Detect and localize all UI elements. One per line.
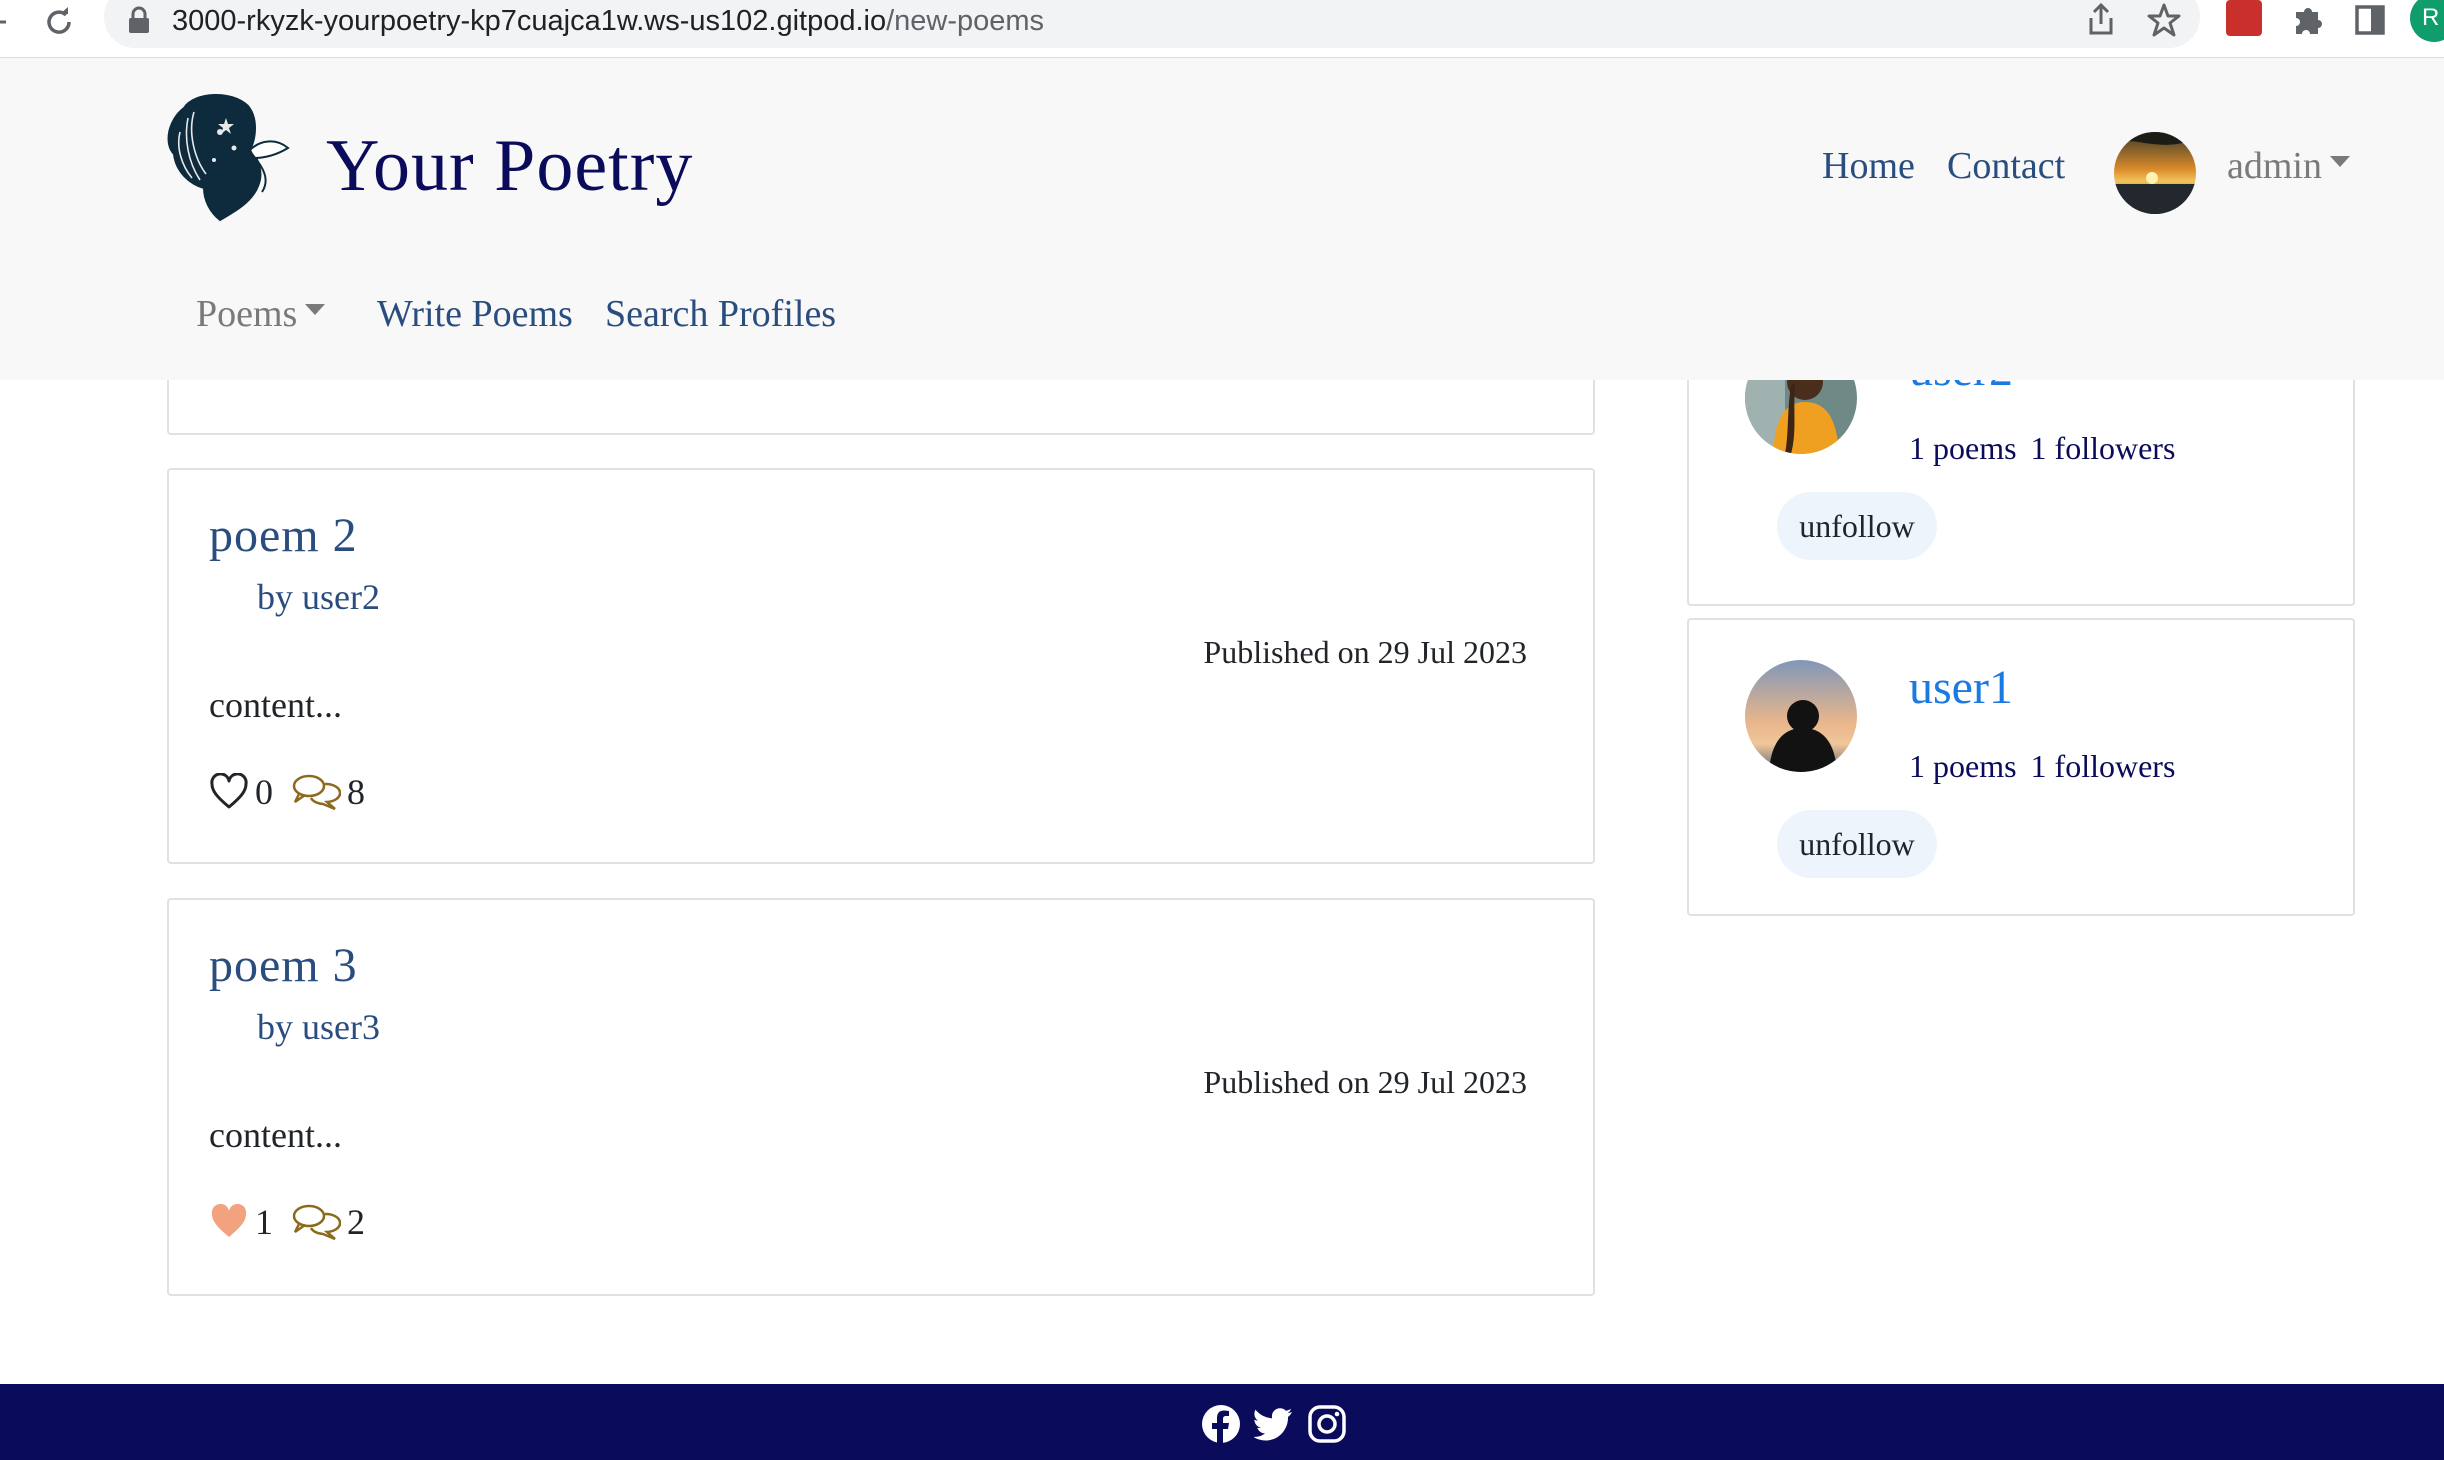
unfollow-button[interactable]: unfollow [1777, 492, 1937, 560]
poem-stats: 0 8 [209, 770, 365, 814]
like-count: 0 [255, 772, 273, 812]
facebook-icon[interactable] [1201, 1404, 1241, 1444]
poem-excerpt: content... [209, 685, 342, 725]
browser-toolbar: 3000-rkyzk-yourpoetry-kp7cuajca1w.ws-us1… [0, 0, 2444, 58]
nav-search-profiles-link[interactable]: Search Profiles [605, 292, 836, 336]
profile-poem-count: 1 poems [1909, 430, 2017, 466]
poem-card: poem 2 by user2 Published on 29 Jul 2023… [167, 468, 1595, 864]
profile-stats: 1 poems 1 followers [1909, 748, 2175, 785]
profile-poem-count: 1 poems [1909, 748, 2017, 784]
comment-icon[interactable] [291, 1202, 341, 1242]
nav-contact-link[interactable]: Contact [1947, 144, 2065, 188]
profile-stats: 1 poems 1 followers [1909, 430, 2175, 467]
extensions-puzzle-icon[interactable] [2290, 2, 2326, 38]
share-icon[interactable] [2084, 2, 2118, 38]
caret-down-icon [2329, 155, 2350, 167]
poem-stats: 1 2 [209, 1200, 365, 1244]
browser-profile-avatar[interactable]: R [2410, 0, 2444, 42]
caret-down-icon [305, 303, 326, 315]
nav-home-link[interactable]: Home [1822, 144, 1915, 188]
comment-count: 2 [347, 1202, 365, 1242]
back-arrow-icon[interactable] [0, 8, 14, 36]
nav-write-poems-link[interactable]: Write Poems [377, 292, 573, 336]
heart-filled-icon[interactable] [209, 1203, 249, 1241]
lock-icon [129, 6, 149, 33]
extension-app-icon[interactable] [2226, 0, 2262, 36]
user-avatar[interactable] [2114, 132, 2196, 214]
profile-follower-count: 1 followers [2030, 430, 2176, 466]
unfollow-button[interactable]: unfollow [1777, 810, 1937, 878]
poem-title-link[interactable]: poem 2 [209, 508, 358, 563]
profile-username-link[interactable]: user1 [1909, 660, 2013, 715]
url-text[interactable]: 3000-rkyzk-yourpoetry-kp7cuajca1w.ws-us1… [172, 0, 1044, 42]
poem-published-date: Published on 29 Jul 2023 [1203, 634, 1527, 670]
site-footer [0, 1384, 2444, 1460]
site-header: Your Poetry Home Contact admin Poems Wri… [0, 58, 2444, 380]
url-host: 3000-rkyzk-yourpoetry-kp7cuajca1w.ws-us1… [172, 5, 887, 37]
url-path: /new-poems [886, 5, 1045, 37]
instagram-icon[interactable] [1307, 1404, 1347, 1444]
user-menu-dropdown[interactable]: admin [2227, 144, 2350, 188]
twitter-icon[interactable] [1254, 1404, 1294, 1444]
heart-outline-icon[interactable] [209, 773, 249, 811]
nav-poems-dropdown[interactable]: Poems [196, 292, 326, 336]
bookmark-star-icon[interactable] [2146, 2, 2182, 38]
comment-count: 8 [347, 772, 365, 812]
nav-poems-label: Poems [196, 293, 298, 335]
comment-icon[interactable] [291, 772, 341, 812]
poem-card: poem 3 by user3 Published on 29 Jul 2023… [167, 898, 1595, 1296]
profile-follower-count: 1 followers [2030, 748, 2176, 784]
poem-author-link[interactable]: by user3 [257, 1006, 380, 1048]
poem-title-link[interactable]: poem 3 [209, 938, 358, 993]
logo-face-icon[interactable] [154, 88, 294, 224]
user-menu-label: admin [2227, 145, 2322, 187]
side-panel-icon[interactable] [2354, 4, 2386, 36]
poem-author-link[interactable]: by user2 [257, 576, 380, 618]
poem-excerpt: content... [209, 1115, 342, 1155]
reload-icon[interactable] [42, 5, 76, 39]
poem-published-date: Published on 29 Jul 2023 [1203, 1064, 1527, 1100]
profile-avatar[interactable] [1745, 660, 1857, 772]
brand-title[interactable]: Your Poetry [326, 124, 693, 209]
like-count: 1 [255, 1202, 273, 1242]
profile-card: user1 1 poems 1 followers unfollow [1687, 618, 2355, 916]
